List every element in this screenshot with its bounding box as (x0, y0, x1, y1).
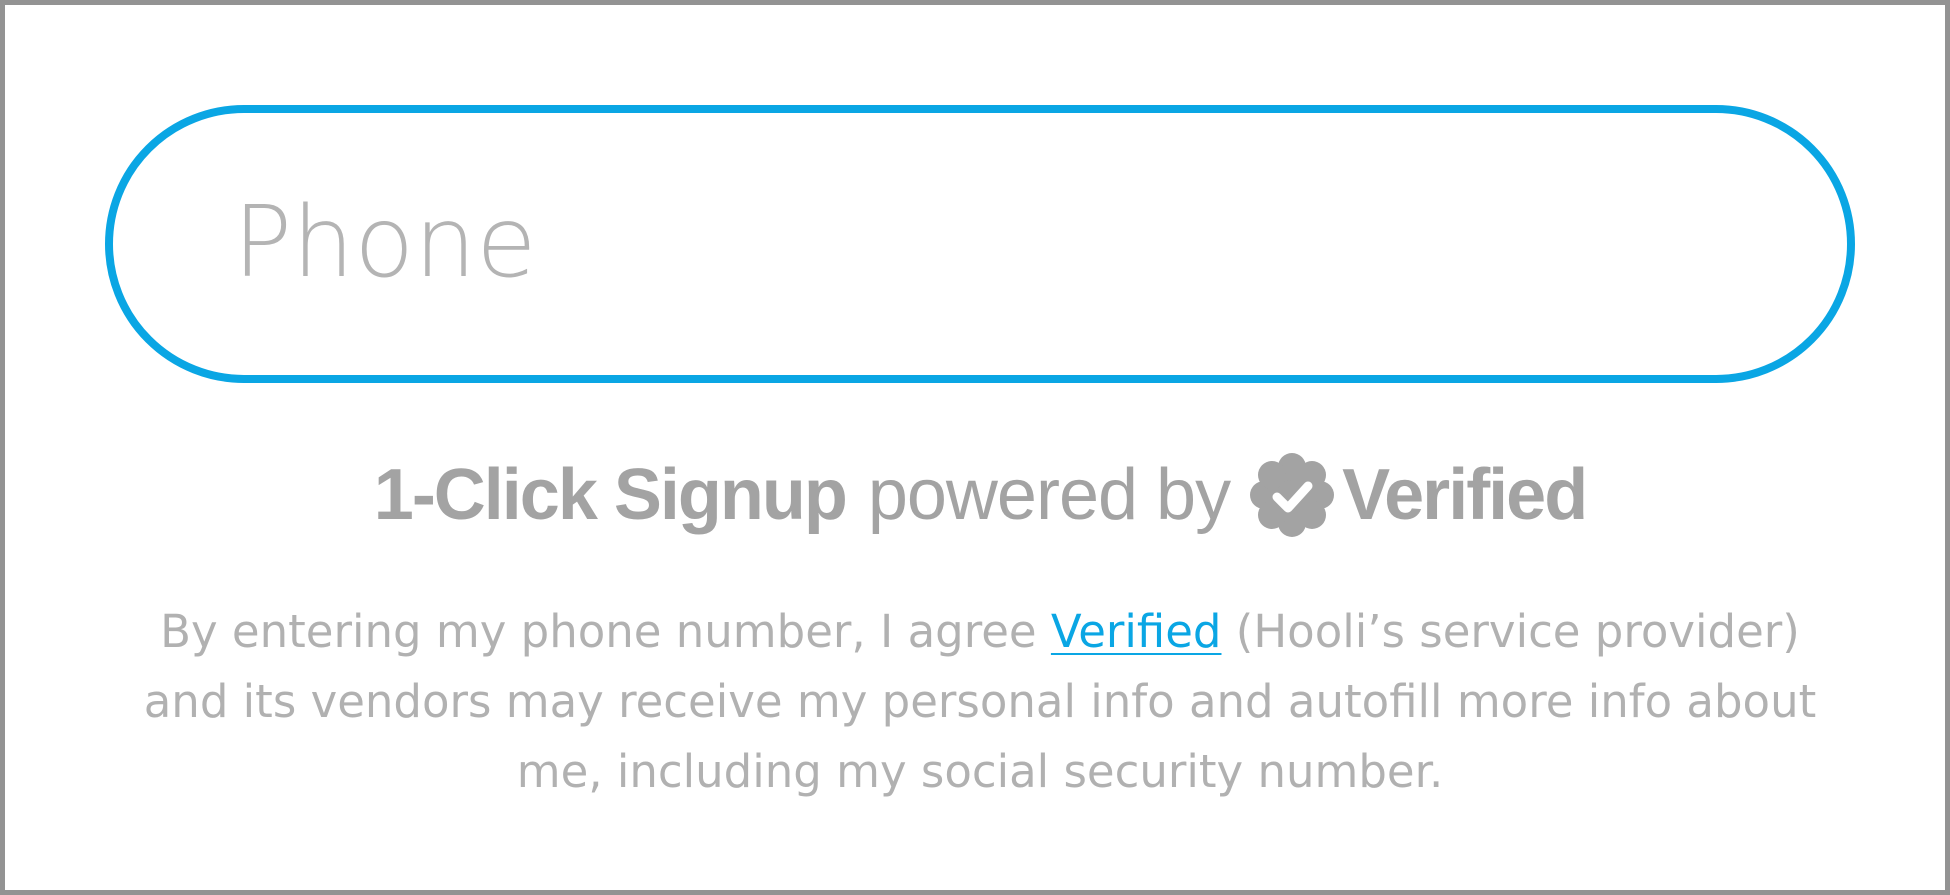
signup-powered-by: 1-Click Signup powered by Verified (5, 450, 1950, 540)
one-click-signup-label: 1-Click Signup (373, 455, 848, 535)
consent-disclaimer: By entering my phone number, I agree Ver… (130, 597, 1830, 807)
verified-badge-icon (1248, 451, 1336, 539)
phone-input[interactable] (233, 168, 1713, 318)
verified-link[interactable]: Verified (1051, 605, 1222, 658)
phone-field[interactable] (105, 105, 1855, 383)
disclaimer-text-before: By entering my phone number, I agree (160, 605, 1051, 658)
powered-by-label: powered by (867, 455, 1231, 535)
signup-card: 1-Click Signup powered by Verified B (0, 0, 1950, 895)
verified-brand-name: Verified (1342, 455, 1588, 535)
